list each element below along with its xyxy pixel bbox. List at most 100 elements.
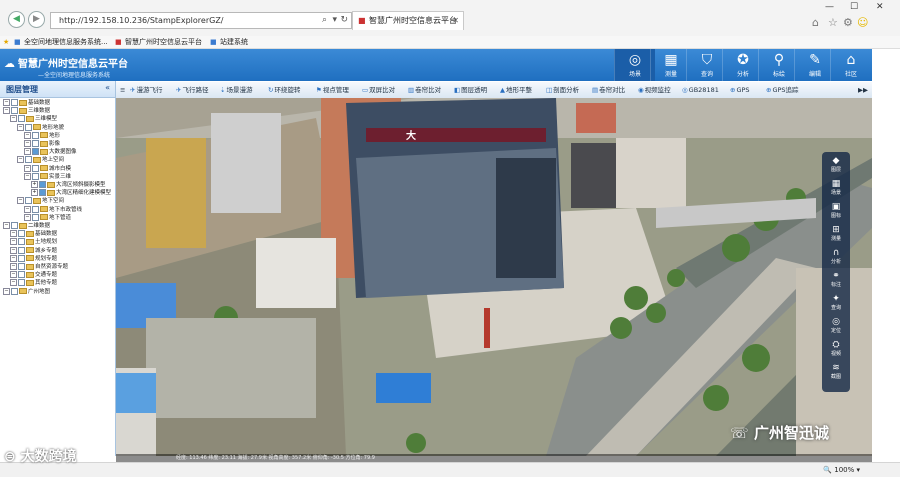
nav-plot[interactable]: ⚲ 标绘 — [758, 49, 799, 81]
layer-tree-item[interactable]: − 三维数据 — [0, 107, 118, 115]
layer-tree-item[interactable]: − 基础数据 — [0, 230, 125, 238]
expand-toggle-icon[interactable]: − — [24, 205, 31, 213]
toolbar-menu-icon[interactable]: ≡ — [120, 82, 125, 98]
tool-video[interactable]: ◉视频监控 — [638, 82, 671, 98]
layer-tree-item[interactable]: − 三维模型 — [0, 115, 125, 123]
toolbar-more-icon[interactable]: ▶▶ — [858, 82, 868, 98]
back-arrow-icon[interactable]: ◀ — [8, 11, 25, 28]
layer-checkbox[interactable] — [11, 99, 18, 106]
window-close-icon[interactable]: ✕ — [876, 2, 884, 12]
expand-toggle-icon[interactable]: − — [10, 246, 17, 254]
layer-checkbox[interactable] — [32, 148, 39, 156]
expand-toggle-icon[interactable]: − — [24, 131, 31, 139]
layer-checkbox[interactable] — [25, 123, 32, 131]
expand-toggle-icon[interactable]: − — [3, 287, 10, 295]
forward-arrow-icon[interactable]: ▶ — [28, 11, 45, 28]
layer-checkbox[interactable] — [18, 115, 25, 123]
tab-close-icon[interactable]: ✕ — [452, 12, 459, 30]
address-bar[interactable]: http://192.158.10.236/StampExplorerGZ/ ⌕… — [50, 12, 352, 29]
expand-toggle-icon[interactable]: − — [24, 164, 31, 172]
expand-toggle-icon[interactable]: − — [24, 213, 31, 221]
right-tool-video[interactable]: ⛭ 视频 — [822, 340, 850, 357]
layer-checkbox[interactable] — [32, 205, 39, 213]
layer-tree-item[interactable]: − 土地规划 — [0, 238, 125, 246]
expand-toggle-icon[interactable]: − — [24, 148, 31, 156]
expand-toggle-icon[interactable]: − — [10, 230, 17, 238]
nav-scene[interactable]: ◎ 场景 — [614, 49, 655, 81]
layer-tree-item[interactable]: − 广州地图 — [0, 287, 118, 296]
expand-toggle-icon[interactable]: − — [17, 156, 24, 164]
layer-checkbox[interactable] — [32, 140, 39, 147]
tool-viewpoint[interactable]: ⚑视点管理 — [316, 82, 349, 98]
expand-toggle-icon[interactable]: − — [10, 279, 17, 287]
expand-toggle-icon[interactable]: − — [10, 238, 17, 246]
expand-toggle-icon[interactable]: − — [24, 172, 31, 180]
favorite-link-2[interactable]: 智慧广州时空信息云平台 — [125, 36, 202, 48]
layer-checkbox[interactable] — [25, 156, 32, 164]
tool-fly[interactable]: ✈漫游飞行 — [130, 82, 162, 98]
layer-tree-item[interactable]: − 地下空间 — [0, 197, 132, 205]
layer-tree-item[interactable]: − 城乡专题 — [0, 246, 125, 255]
layer-checkbox[interactable] — [18, 230, 25, 238]
dropdown-icon[interactable]: ▾ — [332, 13, 337, 28]
favorites-star-icon[interactable]: ☆ — [828, 16, 838, 29]
expand-toggle-icon[interactable]: − — [10, 271, 17, 279]
nav-community[interactable]: ⌂ 社区 — [830, 49, 871, 81]
layer-tree-item[interactable]: − 交通专题 — [0, 271, 125, 279]
layer-tree-item[interactable]: − 地上空间 — [0, 156, 132, 164]
settings-gear-icon[interactable]: ⚙ — [843, 16, 853, 29]
layer-checkbox[interactable] — [32, 131, 39, 139]
favorite-link-1[interactable]: 全空间地理信息服务系统... — [24, 36, 108, 48]
expand-toggle-icon[interactable]: − — [3, 107, 10, 115]
favorites-star-icon[interactable]: ★ — [3, 36, 9, 48]
right-tool-analysis[interactable]: ∩ 分析 — [822, 248, 850, 265]
right-tool-measure[interactable]: ⊞ 测量 — [822, 225, 850, 242]
nav-query[interactable]: ⛉ 查询 — [686, 49, 727, 81]
layer-checkbox[interactable] — [18, 263, 25, 270]
layer-checkbox[interactable] — [32, 164, 39, 172]
layer-checkbox[interactable] — [25, 197, 32, 205]
layer-checkbox[interactable] — [18, 238, 25, 246]
right-tool-screenshot[interactable]: ≋ 截图 — [822, 363, 850, 380]
expand-toggle-icon[interactable]: + — [31, 181, 38, 188]
layer-checkbox[interactable] — [32, 172, 39, 180]
tool-rotate[interactable]: ↻环绕旋转 — [268, 82, 300, 98]
layer-checkbox[interactable] — [39, 181, 46, 188]
layer-tree-item[interactable]: − 基础数据 — [0, 99, 118, 107]
tool-swipe[interactable]: ▥卷帘比对 — [408, 82, 441, 98]
nav-analysis[interactable]: ✪ 分析 — [722, 49, 763, 81]
layer-checkbox[interactable] — [18, 246, 25, 254]
layer-tree-item[interactable]: − 地形地貌 — [0, 123, 132, 132]
layer-tree-item[interactable]: − 自然资源专题 — [0, 263, 125, 271]
tool-gps-track[interactable]: ⊕GPS追踪 — [766, 82, 799, 98]
right-tool-icons[interactable]: ▣ 图标 — [822, 202, 850, 219]
layer-checkbox[interactable] — [11, 287, 18, 295]
expand-toggle-icon[interactable]: − — [10, 263, 17, 270]
map-viewport[interactable]: 大 ◆ 图层 ▦ 场景 ▣ 图标 ⊞ 测量 ∩ 分析 ⚭ 标注 ✦ 查询 ◎ 定位 ⛭ 视频 ≋ 截… — [116, 98, 872, 456]
expand-toggle-icon[interactable]: − — [3, 99, 10, 106]
layer-checkbox[interactable] — [11, 222, 18, 229]
nav-measure[interactable]: ▦ 测量 — [650, 49, 691, 81]
expand-toggle-icon[interactable]: − — [3, 222, 10, 229]
expand-toggle-icon[interactable]: − — [10, 254, 17, 262]
maximize-icon[interactable]: ☐ — [850, 2, 858, 12]
refresh-icon[interactable]: ↻ — [340, 13, 348, 28]
right-tool-layers[interactable]: ◆ 图层 — [822, 156, 850, 173]
search-icon[interactable]: ⌕ — [322, 13, 327, 28]
expand-toggle-icon[interactable]: − — [17, 197, 24, 205]
nav-edit[interactable]: ✎ 编辑 — [794, 49, 835, 81]
minimize-icon[interactable]: — — [825, 2, 834, 12]
tool-dual-screen[interactable]: ▭双屏比对 — [362, 82, 395, 98]
expand-toggle-icon[interactable]: − — [24, 140, 31, 147]
layer-checkbox[interactable] — [32, 213, 39, 221]
tool-gps[interactable]: ⊕GPS — [730, 82, 750, 98]
right-tool-mark[interactable]: ⚭ 标注 — [822, 271, 850, 288]
right-tool-locate[interactable]: ◎ 定位 — [822, 317, 850, 334]
zoom-level[interactable]: 🔍 100% ▾ — [823, 466, 860, 474]
layer-tree-item[interactable]: − 其他专题 — [0, 279, 125, 287]
tool-profile[interactable]: ◫剖面分析 — [546, 82, 579, 98]
layer-checkbox[interactable] — [39, 189, 46, 197]
browser-tab[interactable]: ■ 智慧广州时空信息云平台 ✕ — [352, 11, 464, 30]
expand-toggle-icon[interactable]: + — [31, 189, 38, 197]
tool-gb28181[interactable]: ◎GB28181 — [682, 82, 719, 98]
